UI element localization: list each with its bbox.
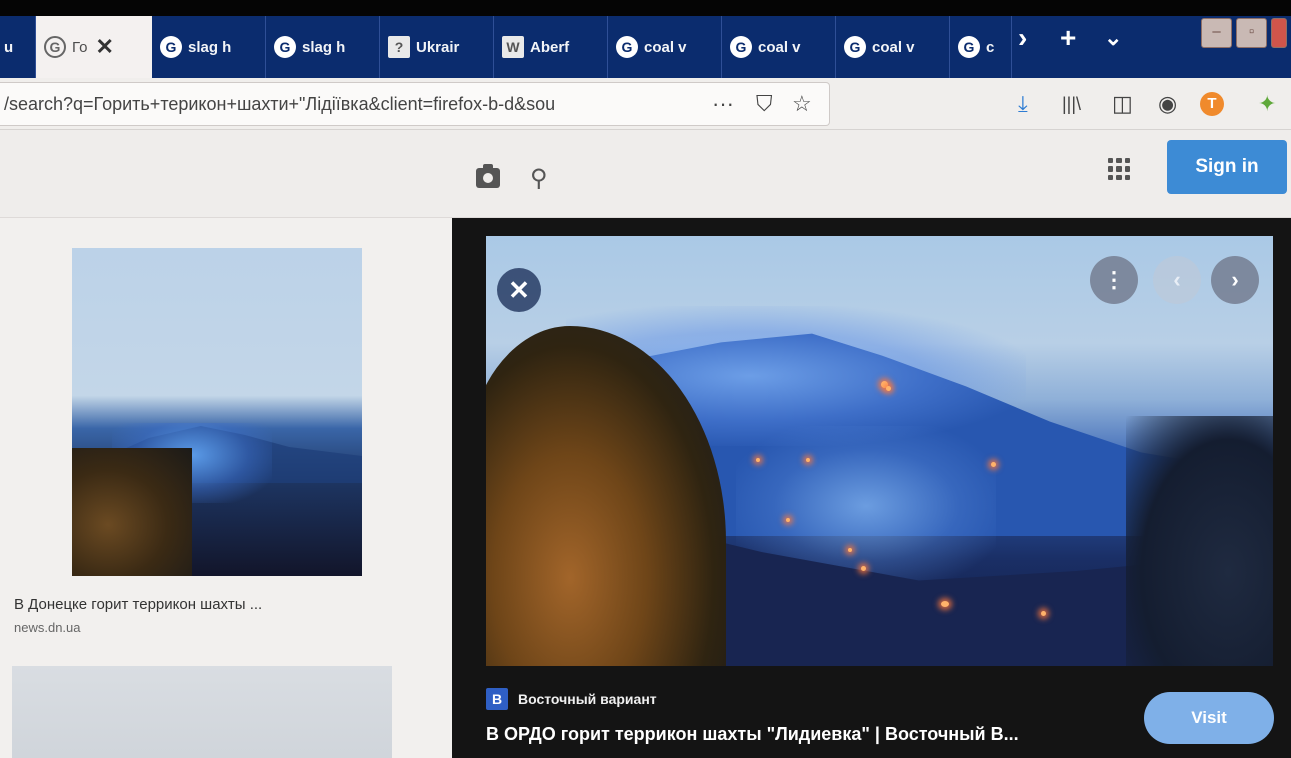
result-thumbnail[interactable]	[72, 248, 362, 576]
tab-close-icon[interactable]: ✕	[95, 34, 113, 60]
preview-close-icon[interactable]: ✕	[497, 268, 541, 312]
tab-label: coal v	[644, 38, 687, 56]
tab-coal-3[interactable]: G coal v	[836, 16, 950, 78]
google-icon: G	[274, 36, 296, 58]
search-icon[interactable]: ⚲	[530, 164, 548, 193]
tab-label: c	[986, 38, 995, 56]
tab-active-google[interactable]: G Го ✕	[36, 16, 152, 78]
maximize-icon[interactable]: ▫	[1236, 18, 1267, 48]
google-icon: G	[730, 36, 752, 58]
page-actions-icon[interactable]: ···	[712, 91, 734, 117]
tab-label: Ukrair	[416, 38, 460, 56]
search-header: ⚲ Sign in	[0, 130, 1291, 218]
tab-coal-1[interactable]: G coal v	[608, 16, 722, 78]
next-arrow-icon[interactable]: ›	[1211, 256, 1259, 304]
tab-slag-1[interactable]: G slag h	[152, 16, 266, 78]
window-controls: – ▫	[1201, 18, 1287, 48]
tab-label: u	[4, 38, 14, 56]
tab-label: Aberf	[530, 38, 570, 56]
library-icon[interactable]: |||\	[1062, 92, 1081, 116]
apps-grid-icon[interactable]	[1108, 158, 1130, 180]
google-icon: G	[44, 36, 66, 58]
google-icon: G	[844, 36, 866, 58]
new-tab-icon[interactable]: +	[1060, 24, 1076, 52]
result-thumbnail[interactable]	[12, 666, 392, 758]
url-text[interactable]: /search?q=Горить+терикон+шахти+"Лідіївка…	[0, 94, 660, 115]
tab-partial-right[interactable]: G c	[950, 16, 1012, 78]
preview-source-name[interactable]: Восточный вариант	[518, 691, 657, 707]
question-icon: ?	[388, 36, 410, 58]
image-preview-panel: ✕ ⋮ ‹ › B Восточный вариант В ОРДО горит…	[452, 218, 1291, 758]
preview-image[interactable]	[486, 236, 1273, 666]
extension-t-icon[interactable]: T	[1200, 92, 1224, 116]
download-icon[interactable]: ⤓	[1018, 92, 1028, 116]
tab-coal-2[interactable]: G coal v	[722, 16, 836, 78]
preview-meta: B Восточный вариант В ОРДО горит террико…	[486, 680, 1274, 758]
navigation-bar: /search?q=Горить+терикон+шахти+"Лідіївка…	[0, 78, 1291, 130]
tab-list-icon[interactable]: ⌄	[1104, 24, 1122, 52]
camera-icon[interactable]	[476, 164, 500, 188]
tab-label: coal v	[872, 38, 915, 56]
tab-label: Го	[72, 38, 88, 56]
tab-aberfan[interactable]: W Aberf	[494, 16, 608, 78]
tab-slag-2[interactable]: G slag h	[266, 16, 380, 78]
result-source: news.dn.ua	[14, 620, 81, 635]
google-icon: G	[160, 36, 182, 58]
sign-in-button[interactable]: Sign in	[1167, 140, 1287, 194]
tab-partial[interactable]: u	[0, 16, 36, 78]
google-icon: G	[616, 36, 638, 58]
previous-arrow-icon[interactable]: ‹	[1153, 256, 1201, 304]
tab-label: slag h	[302, 38, 346, 56]
minimize-icon[interactable]: –	[1201, 18, 1232, 48]
window-close-icon[interactable]	[1271, 18, 1287, 48]
browser-window: u G Го ✕ G slag h G slag h ? Ukrair W Ab…	[0, 0, 1291, 758]
tab-ukraine[interactable]: ? Ukrair	[380, 16, 494, 78]
bookmark-star-icon[interactable]: ☆	[792, 91, 812, 117]
pocket-icon[interactable]: ⛉	[756, 91, 773, 117]
sidebar-icon[interactable]: ◫	[1112, 92, 1133, 116]
account-icon[interactable]: ◉	[1158, 92, 1177, 116]
preview-title[interactable]: В ОРДО горит террикон шахты "Лидиевка" |…	[486, 724, 1019, 745]
tab-strip: u G Го ✕ G slag h G slag h ? Ukrair W Ab…	[0, 0, 1291, 78]
tab-label: slag h	[188, 38, 232, 56]
visit-button[interactable]: Visit	[1144, 692, 1274, 744]
source-favicon-icon: B	[486, 688, 508, 710]
result-title[interactable]: В Донецке горит террикон шахты ...	[14, 596, 262, 613]
wikipedia-icon: W	[502, 36, 524, 58]
image-results: В Донецке горит террикон шахты ... news.…	[0, 218, 452, 758]
tab-label: coal v	[758, 38, 801, 56]
google-icon: G	[958, 36, 980, 58]
url-bar[interactable]: /search?q=Горить+терикон+шахти+"Лідіївка…	[0, 82, 830, 126]
more-options-icon[interactable]: ⋮	[1090, 256, 1138, 304]
tab-overflow-icon[interactable]: ›	[1018, 24, 1027, 52]
extension-icon[interactable]: ✦	[1258, 92, 1276, 116]
